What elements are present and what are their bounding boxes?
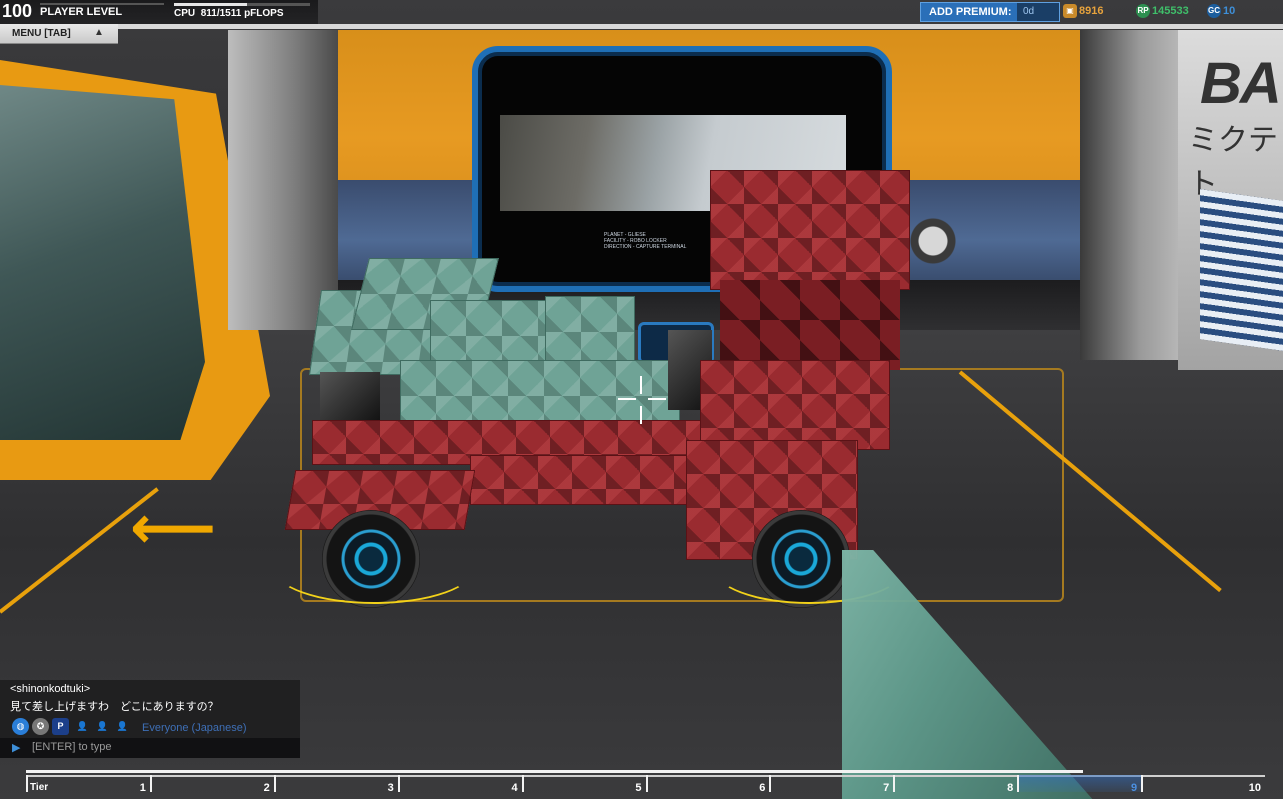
tier-number: 2 bbox=[263, 782, 270, 794]
tier-segment-7: 7 bbox=[769, 775, 893, 794]
wall-brand: BA bbox=[1200, 51, 1282, 116]
vehicle-black-block[interactable] bbox=[320, 372, 380, 422]
rp-icon: RP bbox=[1136, 4, 1150, 19]
wall-vents bbox=[1200, 189, 1283, 351]
globe-icon[interactable]: ◍ bbox=[12, 718, 29, 735]
tier-number: 7 bbox=[883, 782, 890, 794]
hangar-screen-text: PLANET - GLIESE FACILITY - ROBO LOCKER D… bbox=[604, 232, 687, 250]
robot-arm bbox=[905, 205, 975, 265]
tier-number: 3 bbox=[387, 782, 394, 794]
crosshair-icon bbox=[618, 376, 666, 424]
vehicle-tower-top[interactable] bbox=[710, 170, 910, 290]
user-3-icon[interactable]: 👤 bbox=[114, 718, 131, 735]
tier-number: 6 bbox=[759, 782, 766, 794]
tier-number: 10 bbox=[1248, 782, 1261, 794]
tier-tick bbox=[149, 775, 152, 792]
tier-number: 5 bbox=[635, 782, 642, 794]
cpu-panel: CPU 811/1511 pFLOPS bbox=[168, 0, 318, 24]
tier-segment-2: 2 bbox=[149, 775, 274, 794]
chat-channel-icons: ◍ ✪ P 👤 👤 👤 bbox=[12, 718, 142, 736]
cpu-bar-fill bbox=[174, 3, 248, 6]
tier-segment-4: 4 bbox=[397, 775, 522, 794]
hud-divider bbox=[118, 24, 1283, 29]
tier-segment-8: 8 bbox=[893, 775, 1017, 794]
tier-number: 9 bbox=[1130, 782, 1138, 794]
vehicle-tower-middle[interactable] bbox=[720, 280, 900, 370]
tier-tick bbox=[769, 775, 772, 792]
tier-segment-3: 3 bbox=[273, 775, 398, 794]
tier-tick bbox=[893, 775, 896, 792]
chat-input-placeholder[interactable]: [ENTER] to type bbox=[32, 741, 111, 753]
player-level-number: 100 bbox=[2, 1, 33, 21]
gc-icon: GC bbox=[1207, 4, 1221, 19]
cpu-readout: CPU 811/1511 pFLOPS bbox=[174, 8, 284, 19]
tier-segment-6: 6 bbox=[645, 775, 770, 794]
tier-tick bbox=[1141, 775, 1144, 792]
vehicle-tower-lower[interactable] bbox=[700, 360, 890, 450]
party-icon[interactable]: P bbox=[52, 718, 69, 735]
tier-tick bbox=[26, 775, 28, 792]
add-premium-button[interactable]: ADD PREMIUM: 0d bbox=[920, 2, 1060, 22]
premium-days: 0d bbox=[1017, 3, 1059, 21]
left-window-glass bbox=[0, 85, 205, 440]
tier-bar: Tier 1 2 3 4 5 6 7 8 9 10 bbox=[26, 770, 1265, 794]
triangle-up-icon: ▲ bbox=[94, 27, 104, 38]
tier-segment-5: 5 bbox=[521, 775, 646, 794]
wheel-front-rotation-arc bbox=[272, 530, 476, 604]
tier-segment-10: 10 bbox=[1141, 775, 1265, 794]
tier-tick bbox=[521, 775, 524, 792]
player-level-panel: 100 PLAYER LEVEL bbox=[0, 0, 168, 24]
player-level-bar bbox=[40, 3, 164, 5]
tier-number: 1 bbox=[139, 782, 146, 794]
menu-tab-button[interactable]: MENU [TAB] ▲ bbox=[0, 24, 118, 44]
rp-counter: RP 145533 bbox=[1136, 4, 1189, 19]
player-level-label: PLAYER LEVEL bbox=[40, 6, 123, 18]
robits-icon: ▣ bbox=[1063, 4, 1077, 19]
left-pillar bbox=[228, 30, 338, 330]
user-2-icon[interactable]: 👤 bbox=[94, 718, 111, 735]
tier-tick bbox=[1017, 775, 1020, 792]
tier-number: 8 bbox=[1007, 782, 1014, 794]
tier-tick bbox=[273, 775, 276, 792]
robits-counter: ▣ 8916 bbox=[1063, 3, 1103, 19]
floor-arrow-icon: ⟵ bbox=[130, 494, 217, 561]
play-arrow-icon: ▶ bbox=[12, 742, 21, 754]
tier-segment-9: 9 bbox=[1017, 775, 1142, 794]
vehicle-body-red-lower[interactable] bbox=[470, 455, 700, 505]
vehicle-rear-deck[interactable] bbox=[545, 296, 635, 366]
user-1-icon[interactable]: 👤 bbox=[74, 718, 91, 735]
tier-tick bbox=[397, 775, 400, 792]
tier-progress bbox=[26, 770, 1083, 773]
top-hud: 100 PLAYER LEVEL CPU 811/1511 pFLOPS ADD… bbox=[0, 0, 1283, 24]
chat-username: <shinonkodtuki> bbox=[10, 683, 91, 695]
tier-number: 4 bbox=[511, 782, 518, 794]
gc-counter: GC 10 bbox=[1207, 4, 1236, 19]
accessibility-icon[interactable]: ✪ bbox=[32, 718, 49, 735]
chat-message: 見て差し上げますわ どこにありますの？ bbox=[10, 701, 219, 713]
tier-tick bbox=[645, 775, 648, 792]
chat-channel-label[interactable]: Everyone (Japanese) bbox=[142, 722, 247, 734]
cpu-bar bbox=[174, 3, 310, 6]
tier-segment-1: 1 bbox=[26, 775, 150, 794]
